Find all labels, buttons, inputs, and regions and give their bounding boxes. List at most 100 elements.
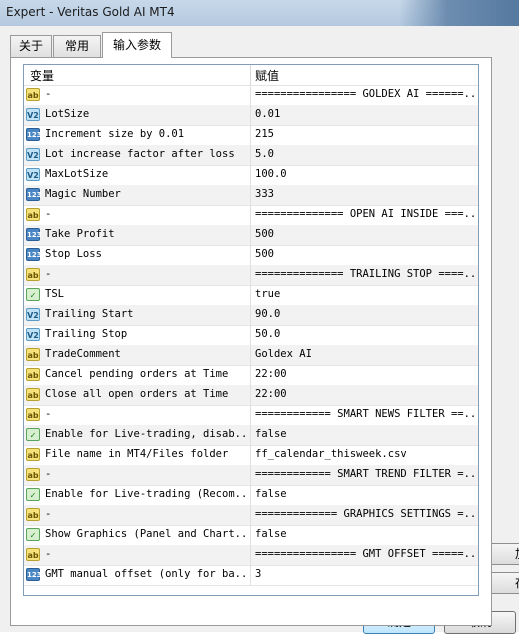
parameter-name: Enable for Live-trading (Recom... <box>45 488 247 500</box>
integer-type-icon: 123 <box>26 568 42 581</box>
integer-type-icon: 123 <box>26 248 42 261</box>
parameter-value[interactable]: true <box>255 288 475 300</box>
parameter-value[interactable]: ================ GOLDEX AI ======... <box>255 88 475 100</box>
parameter-name: - <box>45 548 52 560</box>
cell-divider <box>250 565 251 585</box>
cell-divider <box>250 465 251 485</box>
parameter-row[interactable]: ab File name in MT4/Files folder ff_calend… <box>24 445 478 466</box>
parameter-name: - <box>45 88 52 100</box>
parameter-row[interactable]: V2 Trailing Start 90.0 <box>24 305 478 326</box>
parameter-row[interactable]: ab Close all open orders at Time 22:00 <box>24 385 478 406</box>
parameter-value[interactable]: 215 <box>255 128 475 140</box>
string-type-icon: ab <box>26 508 40 521</box>
cell-divider <box>250 205 251 225</box>
load-button[interactable]: 加 <box>488 543 519 565</box>
string-type-icon: ab <box>26 448 40 461</box>
cell-divider <box>250 265 251 285</box>
parameter-row[interactable]: ab - ============== TRAILING STOP ====... <box>24 265 478 286</box>
cell-divider <box>250 305 251 325</box>
parameter-value[interactable]: 50.0 <box>255 328 475 340</box>
parameter-row[interactable]: ab - ============ SMART TREND FILTER =... <box>24 465 478 486</box>
parameter-value[interactable]: ff_calendar_thisweek.csv <box>255 448 475 460</box>
parameter-value[interactable]: 500 <box>255 248 475 260</box>
column-header-value[interactable]: 赋值 <box>255 67 279 84</box>
parameter-row[interactable]: ab - ================ GOLDEX AI ======... <box>24 85 478 106</box>
parameter-row[interactable]: ab TradeComment Goldex AI <box>24 345 478 366</box>
parameter-value[interactable]: ============== TRAILING STOP ====... <box>255 268 475 280</box>
parameter-value[interactable]: 0.01 <box>255 108 475 120</box>
cell-divider <box>250 185 251 205</box>
parameter-value[interactable]: 22:00 <box>255 388 475 400</box>
string-type-icon: ab <box>26 548 40 561</box>
parameter-row[interactable]: ab - ============ SMART NEWS FILTER ==... <box>24 405 478 426</box>
parameter-name: - <box>45 468 52 480</box>
tab-common[interactable]: 常用 <box>53 35 101 57</box>
parameter-row[interactable]: ✓ Show Graphics (Panel and Chart... false <box>24 525 478 546</box>
parameter-row[interactable]: 123 GMT manual offset (only for ba... 3 <box>24 565 478 586</box>
parameter-name: LotSize <box>45 108 90 120</box>
string-type-icon: ab <box>26 348 40 361</box>
parameter-value[interactable]: Goldex AI <box>255 348 475 360</box>
boolean-type-icon: ✓ <box>26 288 40 301</box>
parameter-row[interactable]: V2 Trailing Stop 50.0 <box>24 325 478 346</box>
parameter-name: Trailing Start <box>45 308 134 320</box>
parameter-row[interactable]: V2 LotSize 0.01 <box>24 105 478 126</box>
parameter-row[interactable]: ab - ================ GMT OFFSET =====... <box>24 545 478 566</box>
parameter-name: Stop Loss <box>45 248 102 260</box>
string-type-icon: ab <box>26 468 40 481</box>
parameter-value[interactable]: 3 <box>255 568 475 580</box>
parameter-row[interactable]: ab Cancel pending orders at Time 22:00 <box>24 365 478 386</box>
parameter-value[interactable]: 22:00 <box>255 368 475 380</box>
parameter-row[interactable]: ab - ============== OPEN AI INSIDE ===... <box>24 205 478 226</box>
parameter-name: Enable for Live-trading, disab... <box>45 428 247 440</box>
tab-inputs[interactable]: 输入参数 <box>102 32 172 58</box>
parameter-row[interactable]: V2 MaxLotSize 100.0 <box>24 165 478 186</box>
tab-about[interactable]: 关于 <box>10 35 52 57</box>
parameter-value[interactable]: false <box>255 488 475 500</box>
parameter-value[interactable]: 100.0 <box>255 168 475 180</box>
parameter-name: File name in MT4/Files folder <box>45 448 229 460</box>
integer-type-icon: 123 <box>26 228 42 241</box>
parameter-value[interactable]: false <box>255 428 475 440</box>
parameter-value[interactable]: 500 <box>255 228 475 240</box>
integer-type-icon: 123 <box>26 188 42 201</box>
parameter-row[interactable]: 123 Magic Number 333 <box>24 185 478 206</box>
grid-header: 变量 赋值 <box>24 65 478 86</box>
parameter-value[interactable]: 333 <box>255 188 475 200</box>
column-header-variable[interactable]: 变量 <box>30 67 54 84</box>
parameter-value[interactable]: ============ SMART TREND FILTER =... <box>255 468 475 480</box>
double-type-icon: V2 <box>26 108 40 121</box>
parameter-row[interactable]: 123 Increment size by 0.01 215 <box>24 125 478 146</box>
parameter-row[interactable]: V2 Lot increase factor after loss 5.0 <box>24 145 478 166</box>
string-type-icon: ab <box>26 88 40 101</box>
cell-divider <box>250 325 251 345</box>
boolean-type-icon: ✓ <box>26 528 40 541</box>
parameter-value[interactable]: ============ SMART NEWS FILTER ==... <box>255 408 475 420</box>
parameter-value[interactable]: 5.0 <box>255 148 475 160</box>
cell-divider <box>250 485 251 505</box>
parameter-value[interactable]: 90.0 <box>255 308 475 320</box>
parameter-value[interactable]: ============== OPEN AI INSIDE ===... <box>255 208 475 220</box>
string-type-icon: ab <box>26 268 40 281</box>
parameter-name: - <box>45 408 52 420</box>
parameter-name: Cancel pending orders at Time <box>45 368 229 380</box>
cell-divider <box>250 405 251 425</box>
parameter-row[interactable]: ✓ Enable for Live-trading (Recom... false <box>24 485 478 506</box>
cell-divider <box>250 365 251 385</box>
parameter-row[interactable]: ab - ============= GRAPHICS SETTINGS =... <box>24 505 478 526</box>
parameter-value[interactable]: ============= GRAPHICS SETTINGS =... <box>255 508 475 520</box>
save-button[interactable]: 存 <box>488 572 519 594</box>
integer-type-icon: 123 <box>26 128 42 141</box>
parameter-value[interactable]: ================ GMT OFFSET =====... <box>255 548 475 560</box>
parameter-value[interactable]: false <box>255 528 475 540</box>
parameter-row[interactable]: 123 Take Profit 500 <box>24 225 478 246</box>
parameter-row[interactable]: ✓ Enable for Live-trading, disab... false <box>24 425 478 446</box>
parameter-name: - <box>45 208 52 220</box>
double-type-icon: V2 <box>26 148 40 161</box>
cell-divider <box>250 425 251 445</box>
parameter-name: Close all open orders at Time <box>45 388 229 400</box>
string-type-icon: ab <box>26 368 40 381</box>
column-divider[interactable] <box>250 65 251 85</box>
parameter-row[interactable]: 123 Stop Loss 500 <box>24 245 478 266</box>
parameter-row[interactable]: ✓ TSL true <box>24 285 478 306</box>
